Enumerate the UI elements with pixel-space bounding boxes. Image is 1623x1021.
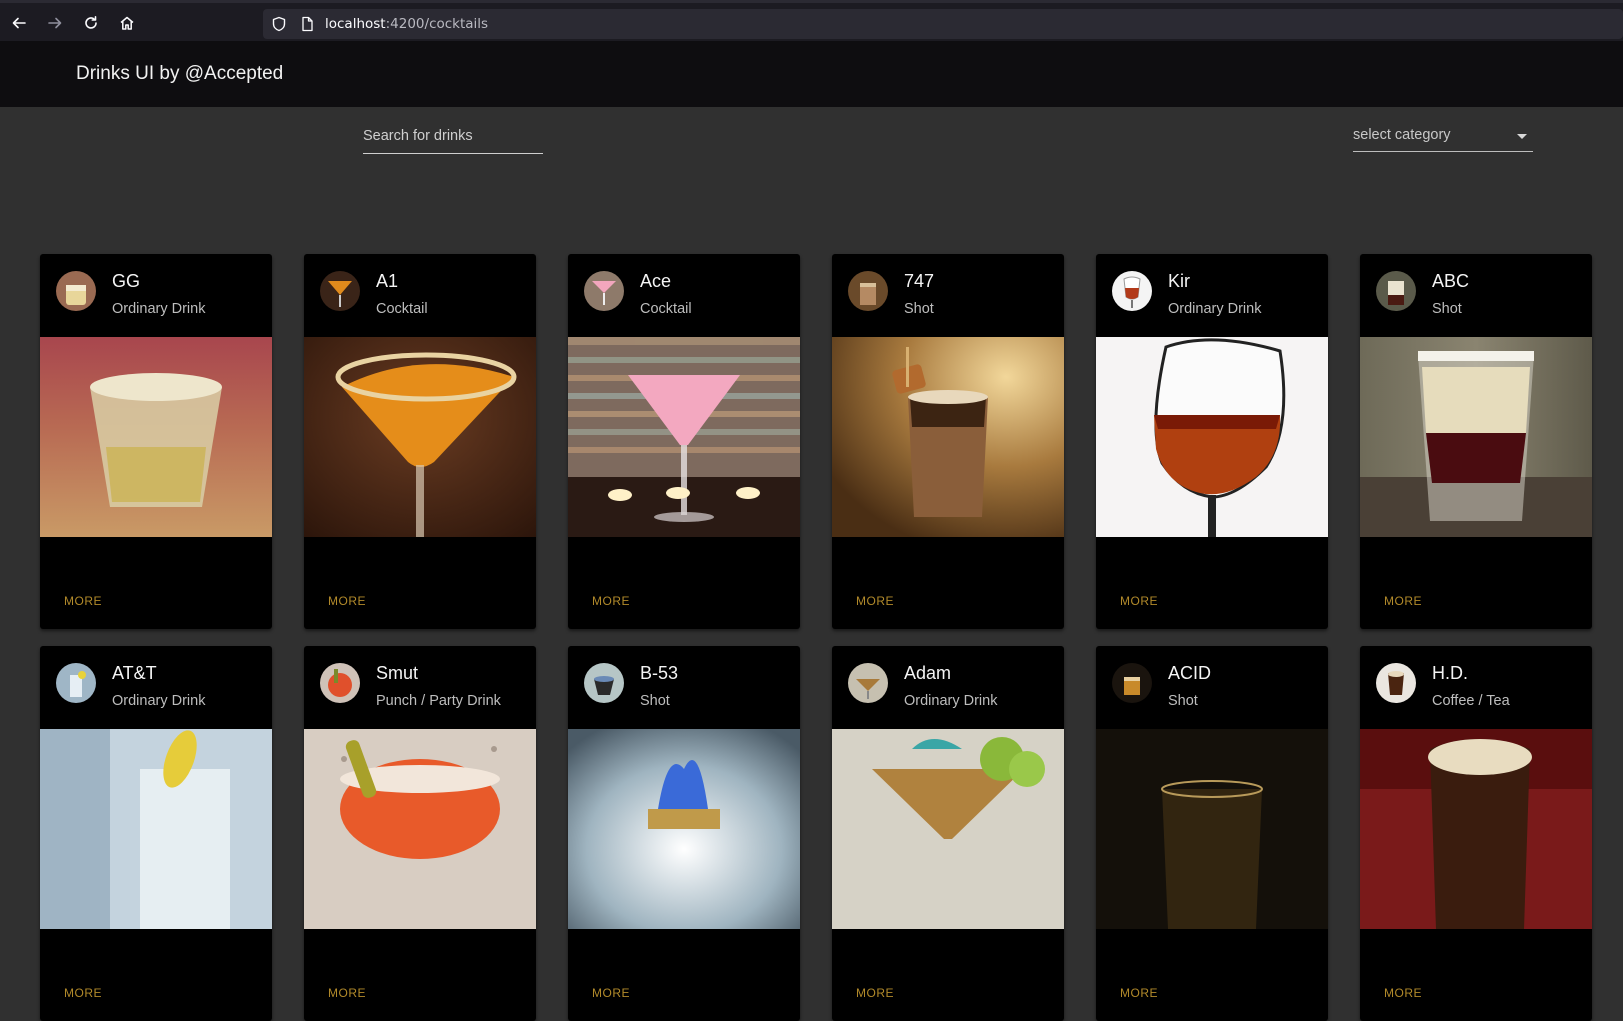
more-button[interactable]: MORE [64, 594, 102, 608]
drink-category: Coffee / Tea [1432, 693, 1510, 709]
card-actions: MORE [1096, 929, 1328, 1021]
drink-image [568, 337, 800, 537]
card-actions: MORE [40, 929, 272, 1021]
drink-category: Ordinary Drink [1168, 301, 1262, 317]
drink-avatar [1376, 663, 1416, 703]
drink-image [568, 729, 800, 929]
drink-category: Shot [1168, 693, 1198, 709]
card-actions: MORE [1360, 537, 1592, 629]
drink-card: Smut Punch / Party Drink MORE [304, 646, 536, 1021]
card-header: 747 Shot [832, 254, 1064, 337]
drink-avatar [584, 271, 624, 311]
more-button[interactable]: MORE [328, 594, 366, 608]
card-actions: MORE [304, 537, 536, 629]
drink-name: A1 [376, 271, 399, 291]
card-header: Adam Ordinary Drink [832, 646, 1064, 729]
more-button[interactable]: MORE [856, 594, 894, 608]
more-button[interactable]: MORE [1120, 594, 1158, 608]
drink-category: Punch / Party Drink [376, 693, 501, 709]
drink-category: Shot [904, 301, 934, 317]
drink-card: AT&T Ordinary Drink MORE [40, 646, 272, 1021]
more-button[interactable]: MORE [592, 986, 630, 1000]
drink-avatar [1112, 271, 1152, 311]
card-header: A1 Cocktail [304, 254, 536, 337]
drink-name: B-53 [640, 663, 679, 683]
more-button[interactable]: MORE [1384, 594, 1422, 608]
card-header: ABC Shot [1360, 254, 1592, 337]
drink-card: A1 Cocktail MORE [304, 254, 536, 629]
card-actions: MORE [832, 929, 1064, 1021]
more-button[interactable]: MORE [1384, 986, 1422, 1000]
drink-avatar [56, 663, 96, 703]
drink-name: 747 [904, 271, 935, 291]
drink-image [832, 729, 1064, 929]
drink-image [40, 337, 272, 537]
drink-avatar [584, 663, 624, 703]
card-header: B-53 Shot [568, 646, 800, 729]
card-actions: MORE [568, 537, 800, 629]
drink-avatar [56, 271, 96, 311]
drink-image [40, 729, 272, 929]
drink-card: Ace Cocktail MORE [568, 254, 800, 629]
drink-card: Kir Ordinary Drink MORE [1096, 254, 1328, 629]
drink-name: Smut [376, 663, 419, 683]
drink-category: Shot [640, 693, 670, 709]
drink-image [1096, 729, 1328, 929]
card-header: Smut Punch / Party Drink [304, 646, 536, 729]
card-actions: MORE [1360, 929, 1592, 1021]
drink-category: Ordinary Drink [904, 693, 998, 709]
drink-category: Shot [1432, 301, 1462, 317]
card-actions: MORE [40, 537, 272, 629]
drinks-grid: GG Ordinary Drink MORE A1 Cocktail MORE … [0, 0, 1623, 1021]
drink-image [832, 337, 1064, 537]
drink-image [304, 337, 536, 537]
drink-avatar [848, 663, 888, 703]
drink-image [1360, 337, 1592, 537]
more-button[interactable]: MORE [592, 594, 630, 608]
drink-category: Ordinary Drink [112, 301, 206, 317]
more-button[interactable]: MORE [328, 986, 366, 1000]
card-header: AT&T Ordinary Drink [40, 646, 272, 729]
drink-category: Ordinary Drink [112, 693, 206, 709]
drink-name: Adam [904, 663, 952, 683]
drink-avatar [320, 271, 360, 311]
drink-card: Adam Ordinary Drink MORE [832, 646, 1064, 1021]
drink-category: Cocktail [376, 301, 428, 317]
drink-avatar [848, 271, 888, 311]
drink-card: B-53 Shot MORE [568, 646, 800, 1021]
card-actions: MORE [1096, 537, 1328, 629]
drink-image [1360, 729, 1592, 929]
card-header: ACID Shot [1096, 646, 1328, 729]
drink-name: ABC [1432, 271, 1470, 291]
more-button[interactable]: MORE [856, 986, 894, 1000]
drink-name: Ace [640, 271, 672, 291]
drink-card: H.D. Coffee / Tea MORE [1360, 646, 1592, 1021]
drink-image [1096, 337, 1328, 537]
drink-avatar [1376, 271, 1416, 311]
card-actions: MORE [304, 929, 536, 1021]
card-actions: MORE [832, 537, 1064, 629]
drink-name: H.D. [1432, 663, 1468, 683]
card-header: GG Ordinary Drink [40, 254, 272, 337]
drink-name: AT&T [112, 663, 157, 683]
card-actions: MORE [568, 929, 800, 1021]
drink-card: GG Ordinary Drink MORE [40, 254, 272, 629]
card-header: Kir Ordinary Drink [1096, 254, 1328, 337]
drink-name: Kir [1168, 271, 1190, 291]
card-header: Ace Cocktail [568, 254, 800, 337]
drink-card: ABC Shot MORE [1360, 254, 1592, 629]
drink-card: ACID Shot MORE [1096, 646, 1328, 1021]
card-header: H.D. Coffee / Tea [1360, 646, 1592, 729]
more-button[interactable]: MORE [1120, 986, 1158, 1000]
drink-name: GG [112, 271, 141, 291]
drink-avatar [320, 663, 360, 703]
drink-card: 747 Shot MORE [832, 254, 1064, 629]
drink-category: Cocktail [640, 301, 692, 317]
drink-avatar [1112, 663, 1152, 703]
more-button[interactable]: MORE [64, 986, 102, 1000]
drink-image [304, 729, 536, 929]
drink-name: ACID [1168, 663, 1212, 683]
